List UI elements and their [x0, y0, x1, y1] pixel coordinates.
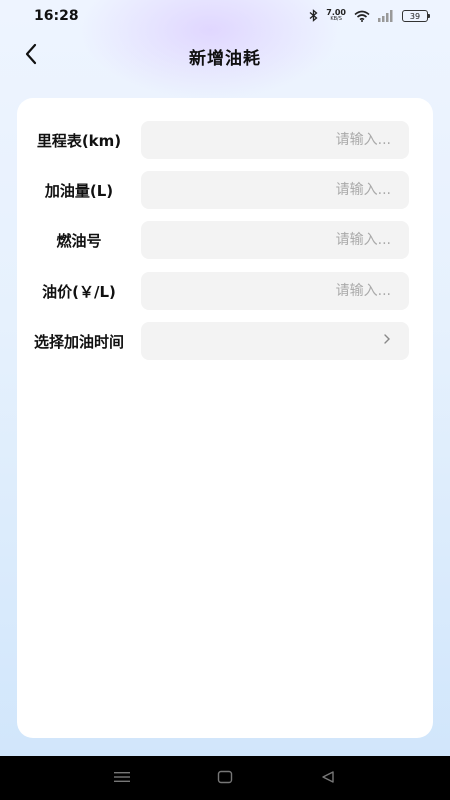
- mileage-input[interactable]: [141, 121, 409, 159]
- fuel-price-label: 油价(￥/L): [42, 282, 116, 301]
- triangle-back-icon: [320, 769, 336, 788]
- form-row-fuel-amount: 加油量(L): [17, 171, 433, 209]
- form-card: 里程表(km) 加油量(L) 燃油号 油价(￥/L) 选择加油时间: [17, 98, 433, 738]
- chevron-left-icon: [24, 43, 38, 69]
- page-title: 新增油耗: [189, 48, 261, 69]
- refuel-time-select[interactable]: [141, 322, 409, 360]
- status-icons: 7.00 KB/S 39: [309, 7, 430, 26]
- system-nav-bar: [0, 756, 450, 800]
- page-header: 新增油耗: [0, 36, 450, 76]
- fuel-amount-label: 加油量(L): [44, 181, 114, 200]
- wifi-icon: [354, 7, 370, 26]
- status-bar: 16:28 7.00 KB/S 39: [0, 0, 450, 32]
- home-icon: [217, 769, 233, 788]
- net-speed: 7.00 KB/S: [326, 9, 346, 23]
- bluetooth-icon: [309, 7, 318, 26]
- nav-back-button[interactable]: [308, 758, 348, 798]
- net-speed-value: 7.00: [326, 8, 346, 17]
- back-button[interactable]: [16, 40, 46, 72]
- fuel-grade-label: 燃油号: [56, 231, 102, 250]
- fuel-amount-input[interactable]: [141, 171, 409, 209]
- chevron-right-icon: [383, 333, 391, 349]
- nav-menu-button[interactable]: [102, 758, 142, 798]
- form-row-fuel-price: 油价(￥/L): [17, 272, 433, 310]
- nav-home-button[interactable]: [205, 758, 245, 798]
- fuel-price-input[interactable]: [141, 272, 409, 310]
- signal-icon: [378, 7, 394, 26]
- form-row-fuel-grade: 燃油号: [17, 221, 433, 259]
- battery-indicator: 39: [402, 10, 430, 22]
- net-speed-unit: KB/S: [330, 16, 342, 22]
- menu-icon: [113, 769, 131, 788]
- refuel-time-label: 选择加油时间: [33, 332, 124, 351]
- mileage-label: 里程表(km): [36, 131, 122, 150]
- form-row-refuel-time: 选择加油时间: [17, 322, 433, 360]
- status-time: 16:28: [34, 8, 79, 24]
- fuel-grade-input[interactable]: [141, 221, 409, 259]
- form-row-mileage: 里程表(km): [17, 121, 433, 159]
